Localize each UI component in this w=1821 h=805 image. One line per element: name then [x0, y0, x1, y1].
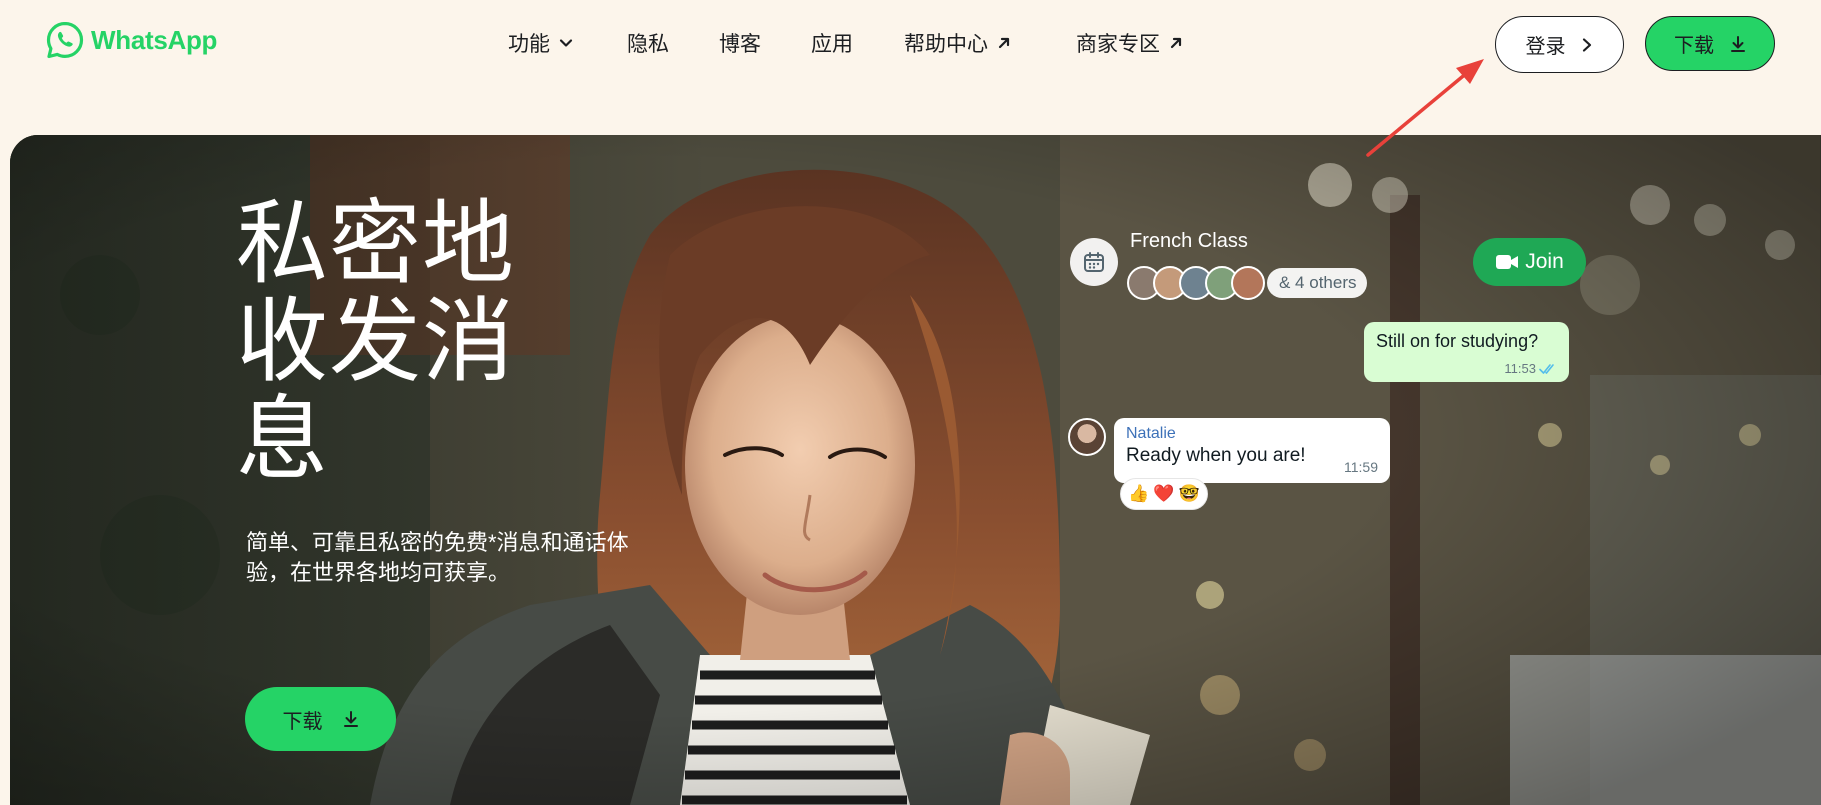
nav-blog[interactable]: 博客 [719, 28, 761, 58]
download-icon [343, 711, 358, 727]
nav-privacy[interactable]: 隐私 [627, 28, 669, 58]
external-arrow-icon [1170, 37, 1182, 49]
others-count: & 4 others [1267, 268, 1367, 298]
nav-features[interactable]: 功能 [508, 28, 574, 58]
nav-business-label: 商家专区 [1076, 33, 1160, 56]
outgoing-message-text: Still on for studying? [1376, 331, 1539, 351]
external-arrow-icon [998, 37, 1010, 49]
calendar-icon-badge [1070, 238, 1118, 286]
group-avatars: & 4 others [1127, 265, 1367, 301]
brand-name: WhatsApp [91, 24, 218, 55]
nav-help-center-label: 帮助中心 [904, 33, 988, 56]
hero-download-button[interactable]: 下载 [245, 687, 396, 751]
login-button-label: 登录 [1525, 36, 1566, 58]
nav-privacy-label: 隐私 [627, 33, 669, 56]
double-check-icon [1539, 363, 1554, 374]
chevron-right-icon [1582, 37, 1591, 52]
hero-subtitle: 简单、可靠且私密的免费*消息和通话体验，在世界各地均可获享。 [246, 530, 629, 585]
chevron-down-icon [559, 39, 573, 47]
natalie-avatar [1068, 418, 1106, 456]
message-reactions: 👍 ❤️ 🤓 [1120, 478, 1208, 510]
reaction: ❤️ [1153, 484, 1175, 503]
nav-apps-label: 应用 [811, 33, 853, 56]
outgoing-message-time: 11:53 [1504, 361, 1536, 376]
video-camera-icon [1496, 255, 1519, 269]
nav-help-center[interactable]: 帮助中心 [904, 28, 1012, 58]
reaction: 🤓 [1178, 484, 1200, 503]
download-button-label: 下载 [1674, 35, 1714, 57]
outgoing-message-meta: 11:53 [1504, 361, 1557, 376]
calendar-icon [1084, 252, 1104, 272]
reaction: 👍 [1128, 484, 1150, 503]
incoming-message-time: 11:59 [1344, 459, 1378, 475]
nav-business[interactable]: 商家专区 [1076, 28, 1184, 58]
incoming-message-sender: Natalie [1126, 425, 1176, 442]
group-name: French Class [1130, 230, 1248, 252]
nav-features-label: 功能 [508, 33, 550, 56]
nav-apps[interactable]: 应用 [811, 28, 853, 58]
incoming-message: Natalie Ready when you are! 11:59 [1114, 418, 1390, 483]
join-label: Join [1525, 250, 1564, 273]
hero-download-label: 下载 [282, 710, 323, 733]
whatsapp-logo[interactable]: WhatsApp [45, 20, 217, 60]
avatar [1231, 266, 1265, 300]
download-icon [1731, 35, 1745, 52]
download-button[interactable]: 下载 [1645, 16, 1775, 71]
whatsapp-logo-icon [46, 21, 84, 59]
login-button[interactable]: 登录 [1495, 16, 1624, 73]
outgoing-message: Still on for studying? 11:53 [1364, 322, 1569, 382]
join-call-button[interactable]: Join [1473, 238, 1586, 286]
hero-headline: 私密地收发消息 [236, 190, 516, 493]
nav-blog-label: 博客 [719, 33, 761, 56]
incoming-message-text: Ready when you are! [1126, 445, 1306, 466]
